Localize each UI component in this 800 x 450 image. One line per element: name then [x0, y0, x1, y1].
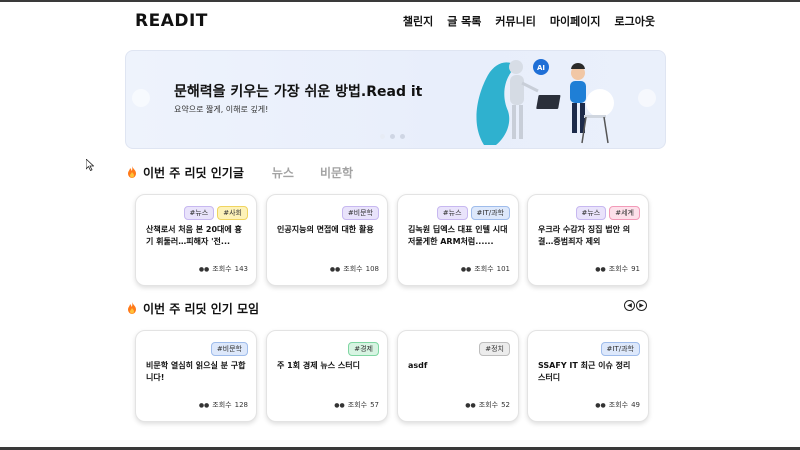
view-count: ●● 조회수 128 — [199, 400, 248, 410]
views-value: 108 — [365, 265, 379, 273]
ai-badge: AI — [537, 64, 545, 72]
tab-news[interactable]: 뉴스 — [272, 164, 294, 181]
tag[interactable]: #세계 — [609, 206, 640, 220]
banner-prev-button[interactable] — [132, 89, 150, 107]
views-label: 조회수 — [212, 265, 232, 273]
views-value: 57 — [370, 401, 379, 409]
tag[interactable]: #사회 — [217, 206, 248, 220]
group-title: 비문학 열심히 읽으실 분 구합니다! — [146, 361, 246, 382]
banner-next-button[interactable] — [638, 89, 656, 107]
banner-dot[interactable] — [380, 134, 385, 139]
post-card[interactable]: #뉴스 #IT/과학 김녹원 딥엑스 대표 인텔 시대 저물게한 ARM처럼..… — [397, 194, 519, 286]
section-title: 이번 주 리딧 인기 모임 — [143, 302, 260, 316]
top-border — [0, 0, 800, 2]
fire-icon — [127, 299, 137, 318]
view-count: ●● 조회수 91 — [595, 264, 640, 274]
view-count: ●● 조회수 49 — [595, 400, 640, 410]
view-count: ●● 조회수 108 — [330, 264, 379, 274]
section-title: 이번 주 리딧 인기글 — [143, 166, 244, 180]
banner-pagination — [380, 134, 405, 139]
hero-banner[interactable]: 문해력을 키우는 가장 쉬운 방법.Read it 요약으로 짧게, 이해로 깊… — [125, 50, 666, 149]
view-count: ●● 조회수 101 — [461, 264, 510, 274]
post-title: 우크라 수감자 징집 법안 의결…중범죄자 제외 — [538, 225, 631, 246]
views-label: 조회수 — [478, 401, 499, 409]
view-count: ●● 조회수 57 — [334, 400, 379, 410]
views-value: 101 — [496, 265, 510, 273]
popular-posts-header: 이번 주 리딧 인기글 뉴스 비문학 — [127, 163, 353, 182]
nav-mypage[interactable]: 마이페이지 — [550, 13, 601, 29]
group-title: 주 1회 경제 뉴스 스터디 — [277, 361, 360, 370]
nav-post-list[interactable]: 글 목록 — [447, 13, 481, 29]
tab-nonfiction[interactable]: 비문학 — [320, 164, 353, 181]
tag[interactable]: #IT/과학 — [600, 342, 640, 356]
tag[interactable]: #IT/과학 — [470, 206, 510, 220]
views-value: 91 — [631, 265, 640, 273]
views-label: 조회수 — [608, 265, 629, 273]
eye-icon: ●● — [198, 265, 210, 273]
views-value: 128 — [234, 401, 248, 409]
post-title: 인공지능의 면접에 대한 활용 — [277, 225, 374, 234]
post-card[interactable]: #뉴스 #사회 산책로서 처음 본 20대에 흉기 휘둘러…피해자 '전... … — [135, 194, 257, 286]
nav-challenge[interactable]: 챌린지 — [403, 13, 433, 29]
views-value: 52 — [501, 401, 510, 409]
post-title: 산책로서 처음 본 20대에 흉기 휘둘러…피해자 '전... — [146, 225, 242, 246]
banner-title: 문해력을 키우는 가장 쉬운 방법.Read it — [174, 84, 423, 100]
group-card[interactable]: #비문학 비문학 열심히 읽으실 분 구합니다! ●● 조회수 128 — [135, 330, 257, 422]
views-value: 143 — [234, 265, 248, 273]
nav-logout[interactable]: 로그아웃 — [615, 13, 655, 29]
views-value: 49 — [631, 401, 640, 409]
banner-illustration: AI — [466, 53, 616, 148]
banner-dot[interactable] — [400, 134, 405, 139]
tag[interactable]: #비문학 — [210, 342, 248, 356]
post-title: 김녹원 딥엑스 대표 인텔 시대 저물게한 ARM처럼...... — [408, 225, 508, 246]
tag[interactable]: #뉴스 — [183, 206, 215, 220]
tag[interactable]: #비문학 — [341, 206, 379, 220]
group-card[interactable]: #IT/과학 SSAFY IT 최근 이슈 정리 스터디 ●● 조회수 49 — [527, 330, 649, 422]
fire-icon — [127, 163, 137, 182]
popular-groups-header: 이번 주 리딧 인기 모임 — [127, 299, 259, 318]
eye-icon: ●● — [595, 265, 606, 273]
banner-subtitle: 요약으로 짧게, 이해로 깊게! — [174, 105, 269, 114]
views-label: 조회수 — [343, 265, 363, 273]
nav-community[interactable]: 커뮤니티 — [495, 13, 535, 29]
banner-dot[interactable] — [390, 134, 395, 139]
view-count: ●● 조회수 143 — [199, 264, 248, 274]
eye-icon: ●● — [198, 401, 210, 409]
eye-icon: ●● — [595, 401, 606, 409]
eye-icon: ●● — [465, 401, 476, 409]
logo[interactable]: READIT — [135, 11, 208, 31]
post-card[interactable]: #비문학 인공지능의 면접에 대한 활용 ●● 조회수 108 — [266, 194, 388, 286]
tag[interactable]: #경제 — [348, 342, 379, 356]
prev-arrow-icon[interactable]: ◀ — [624, 300, 635, 311]
post-card[interactable]: #뉴스 #세계 우크라 수감자 징집 법안 의결…중범죄자 제외 ●● 조회수 … — [527, 194, 649, 286]
views-label: 조회수 — [212, 401, 232, 409]
eye-icon: ●● — [329, 265, 341, 273]
group-title: asdf — [408, 361, 428, 370]
group-card[interactable]: #정치 asdf ●● 조회수 52 — [397, 330, 519, 422]
views-label: 조회수 — [474, 265, 494, 273]
views-label: 조회수 — [347, 401, 368, 409]
view-count: ●● 조회수 52 — [465, 400, 510, 410]
post-filter-tabs: 뉴스 비문학 — [272, 164, 353, 181]
tag[interactable]: #뉴스 — [436, 206, 468, 220]
tag[interactable]: #뉴스 — [575, 206, 607, 220]
eye-icon: ●● — [334, 401, 345, 409]
next-arrow-icon[interactable]: ▶ — [636, 300, 647, 311]
group-title: SSAFY IT 최근 이슈 정리 스터디 — [538, 361, 631, 382]
views-label: 조회수 — [608, 401, 629, 409]
main-nav: 챌린지 글 목록 커뮤니티 마이페이지 로그아웃 — [403, 13, 655, 29]
tag[interactable]: #정치 — [479, 342, 510, 356]
group-card[interactable]: #경제 주 1회 경제 뉴스 스터디 ●● 조회수 57 — [266, 330, 388, 422]
mouse-cursor-icon — [85, 156, 95, 175]
eye-icon: ●● — [460, 265, 472, 273]
group-carousel-controls: ◀ ▶ — [624, 300, 647, 311]
